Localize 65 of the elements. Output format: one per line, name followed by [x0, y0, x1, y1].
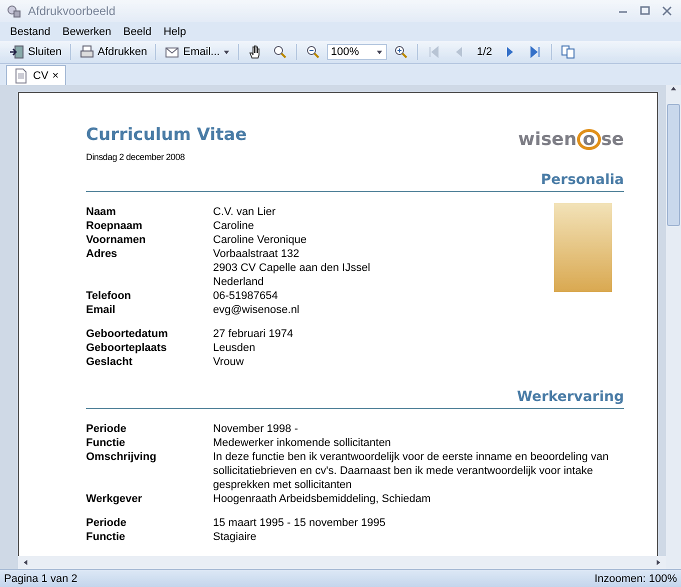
magnifier-icon — [272, 44, 288, 60]
field-label: Werkgever — [86, 492, 144, 506]
tab-label: CV — [33, 70, 48, 82]
field-value: Leusden — [213, 341, 256, 355]
page-indicator: 1/2 — [476, 46, 494, 58]
field-value: C.V. van Lier — [213, 205, 277, 219]
company-logo: wisen o se — [518, 129, 624, 150]
printer-icon — [78, 44, 95, 60]
field-label: Periode — [86, 422, 128, 436]
toolbar-button[interactable]: Afdrukken — [76, 43, 150, 61]
field-value: 2903 CV Capelle aan den IJssel — [213, 261, 372, 275]
zoom-out-icon — [304, 44, 321, 60]
tab-close-button[interactable]: × — [52, 70, 59, 82]
app-icon — [6, 3, 22, 19]
field-label: Geboorteplaats — [86, 341, 168, 355]
field-label: Email — [86, 303, 116, 317]
page-layout-icon — [560, 44, 576, 60]
scroll-right-icon[interactable] — [655, 559, 662, 566]
field-value: 27 februari 1974 — [213, 327, 294, 341]
caret-icon — [376, 48, 383, 56]
field-label: Roepnaam — [86, 219, 144, 233]
field-value: Stagiaire — [213, 530, 258, 544]
field-label: Geslacht — [86, 355, 134, 369]
field-value: In deze functie ben ik verantwoordelijk voor de eerste inname en beoordeling van sollicitatiebrieven en cv's. Daarnaast ben ik mede verantwoordelijk voor intake gesprekken met sollicitanten — [213, 450, 610, 492]
field-value: Caroline Veronique — [213, 233, 308, 247]
zoom-in-icon — [392, 44, 409, 60]
field-value: Caroline — [213, 219, 255, 233]
document-icon — [13, 68, 29, 84]
field-label: Geboortedatum — [86, 327, 169, 341]
section-heading: Werkervaring — [86, 389, 624, 409]
menu-item[interactable]: Beeld — [117, 26, 158, 38]
field-label: Adres — [86, 247, 118, 262]
menu-item[interactable]: Help — [157, 26, 192, 38]
field-value: 06-51987654 — [213, 289, 279, 303]
field-label: Telefoon — [86, 289, 132, 303]
zoom-status: Inzoomen: 100% — [594, 572, 677, 584]
field-value: Vorbaalstraat 132 — [213, 247, 300, 261]
document-title: Curriculum Vitae — [86, 125, 247, 145]
caret-icon — [222, 48, 230, 56]
scroll-left-icon[interactable] — [22, 559, 29, 566]
menu-item[interactable]: Bestand — [4, 26, 56, 38]
document-date: Dinsdag 2 december 2008 — [86, 152, 186, 162]
field-label: Functie — [86, 530, 126, 544]
exit-door-icon — [9, 44, 25, 60]
field-value: Hoogenraath Arbeidsbemiddeling, Schiedam — [213, 492, 432, 506]
field-value: Vrouw — [213, 355, 245, 369]
field-label: Omschrijving — [86, 450, 158, 465]
window-title: Afdrukvoorbeeld — [28, 4, 116, 18]
menu-item[interactable]: Bewerken — [56, 26, 118, 38]
field-value: Nederland — [213, 275, 265, 289]
field-value: 15 maart 1995 - 15 november 1995 — [213, 516, 386, 530]
scrollbar-thumb[interactable] — [667, 104, 680, 226]
field-label: Periode — [86, 516, 128, 530]
document-tab[interactable]: CV × — [6, 65, 66, 85]
section-heading: Personalia — [86, 172, 624, 192]
field-label: Functie — [86, 436, 126, 450]
field-value: Medewerker inkomende sollicitanten — [213, 436, 392, 450]
toolbar-button[interactable]: Sluiten — [6, 43, 65, 61]
field-label: Voornamen — [86, 233, 147, 247]
zoom-combo[interactable]: 100% — [326, 44, 387, 60]
field-value: November 1998 - — [213, 422, 299, 436]
field-label: Naam — [86, 205, 117, 219]
field-value: evg@wisenose.nl — [213, 303, 300, 317]
toolbar-dropdown-button[interactable]: Email... — [161, 43, 233, 61]
page-status: Pagina 1 van 2 — [4, 572, 78, 584]
